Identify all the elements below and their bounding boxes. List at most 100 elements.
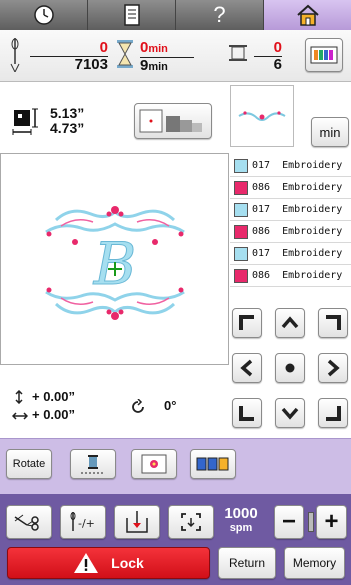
thread-swatch-icon — [234, 224, 248, 239]
thread-swatch-icon — [234, 246, 248, 261]
color-total: 6 — [254, 56, 282, 73]
rotate-button[interactable]: Rotate — [6, 449, 52, 479]
speed-readout: 1000 spm — [218, 506, 264, 535]
move-center-button[interactable] — [275, 353, 305, 383]
stitch-current: 0 — [99, 39, 108, 56]
thread-item[interactable]: 086 Embroidery — [230, 177, 351, 199]
vertical-offset: + 0.00” — [32, 389, 76, 404]
move-right-button[interactable] — [318, 353, 348, 383]
status-row: 0 7103 0min 9min 0 6 — [0, 30, 351, 82]
thread-name: Embroidery — [282, 204, 343, 215]
time-unit-top: min — [148, 43, 168, 55]
scissors-icon — [14, 514, 39, 531]
chevron-right-icon — [327, 359, 340, 377]
move-up-button[interactable] — [275, 308, 305, 338]
hourglass-icon — [117, 40, 133, 68]
rotate-angle-icon — [132, 399, 144, 413]
thread-code: 017 — [252, 248, 271, 259]
thread-swatch-icon — [234, 268, 248, 283]
thread-name: Embroidery — [282, 160, 343, 171]
thread-name: Embroidery — [282, 226, 343, 237]
thread-swatch-icon — [234, 180, 248, 195]
speed-decrease-button[interactable]: − — [274, 505, 304, 539]
thread-name: Embroidery — [282, 248, 343, 259]
stitch-total: 7103 — [30, 56, 108, 73]
color-sort-button[interactable] — [190, 449, 236, 479]
tab-help[interactable]: ? — [176, 0, 264, 30]
home-icon — [296, 4, 319, 26]
thread-item[interactable]: 086 Embroidery — [230, 265, 351, 287]
speed-unit: spm — [229, 522, 253, 534]
move-down-button[interactable] — [275, 398, 305, 428]
chevron-up-icon — [281, 316, 299, 329]
speed-slider-indicator — [308, 512, 314, 532]
needle-icon — [10, 38, 20, 72]
stitch-counter: 0 7103 — [30, 40, 108, 73]
tab-document[interactable] — [88, 0, 176, 30]
help-icon: ? — [213, 2, 226, 27]
thread-code: 086 — [252, 182, 271, 193]
corner-up-left-icon — [239, 315, 254, 330]
frame-trace-icon — [181, 513, 201, 531]
lock-label: Lock — [111, 555, 144, 571]
move-up-right-button[interactable] — [318, 308, 348, 338]
design-canvas[interactable]: B — [0, 153, 229, 365]
needle-updown-icon: -/+ — [70, 512, 95, 531]
design-height: 5.13” — [50, 105, 85, 121]
thread-code: 086 — [252, 226, 271, 237]
design-thumbnail[interactable] — [230, 85, 294, 147]
tab-clock[interactable] — [0, 0, 88, 30]
flower-swatch-icon — [141, 454, 167, 474]
memory-button[interactable]: Memory — [284, 547, 345, 579]
svg-text:-/+: -/+ — [78, 517, 95, 530]
document-icon — [123, 4, 140, 26]
min-button[interactable]: min — [311, 117, 349, 147]
hoop-icon — [139, 109, 202, 133]
thumbnail-design-image — [238, 111, 286, 121]
thread-name: Embroidery — [282, 270, 343, 281]
thread-item[interactable]: 017 Embroidery — [230, 155, 351, 177]
needle-down-icon — [126, 511, 148, 533]
clock-icon — [33, 5, 54, 25]
spool-icon — [229, 45, 247, 61]
thread-color-button[interactable] — [305, 38, 343, 72]
thread-item[interactable]: 017 Embroidery — [230, 199, 351, 221]
move-down-left-button[interactable] — [232, 398, 262, 428]
move-left-button[interactable] — [232, 353, 262, 383]
color-counter: 0 6 — [254, 40, 282, 73]
thread-item[interactable]: 017 Embroidery — [230, 243, 351, 265]
thread-cutter-button[interactable] — [6, 505, 52, 539]
thread-code: 017 — [252, 160, 271, 171]
tab-home[interactable] — [264, 0, 351, 30]
thread-name: Embroidery — [282, 182, 343, 193]
color-current: 0 — [273, 39, 282, 56]
needle-position-button[interactable]: -/+ — [60, 505, 106, 539]
horizontal-offset-icon — [12, 412, 28, 420]
lock-button[interactable]: Lock — [7, 547, 210, 579]
single-color-button[interactable] — [131, 449, 177, 479]
color-blocks-icon — [196, 457, 229, 471]
horizontal-offset: + 0.00” — [32, 407, 76, 422]
thread-swatch-icon — [234, 202, 248, 217]
move-up-left-button[interactable] — [232, 308, 262, 338]
trial-button[interactable] — [168, 505, 214, 539]
move-down-right-button[interactable] — [318, 398, 348, 428]
center-dot-icon — [285, 363, 295, 373]
thread-palette-icon — [310, 46, 338, 64]
return-button[interactable]: Return — [218, 547, 276, 579]
rotation-angle: 0° — [164, 398, 177, 413]
presser-foot-button[interactable] — [114, 505, 160, 539]
chevron-down-icon — [281, 407, 299, 420]
thread-item[interactable]: 086 Embroidery — [230, 221, 351, 243]
speed-increase-button[interactable]: + — [316, 505, 347, 539]
time-unit-bottom: min — [148, 61, 168, 73]
time-counter: 0min 9min — [140, 40, 194, 75]
top-tab-bar: ? — [0, 0, 351, 30]
corner-up-right-icon — [326, 315, 341, 330]
vertical-offset-icon — [15, 390, 23, 404]
size-icon — [12, 108, 38, 135]
hoop-select-button[interactable] — [134, 103, 212, 139]
thread-swatch-icon — [234, 158, 248, 173]
thread-trim-button[interactable] — [70, 449, 116, 479]
corner-down-left-icon — [239, 406, 254, 421]
